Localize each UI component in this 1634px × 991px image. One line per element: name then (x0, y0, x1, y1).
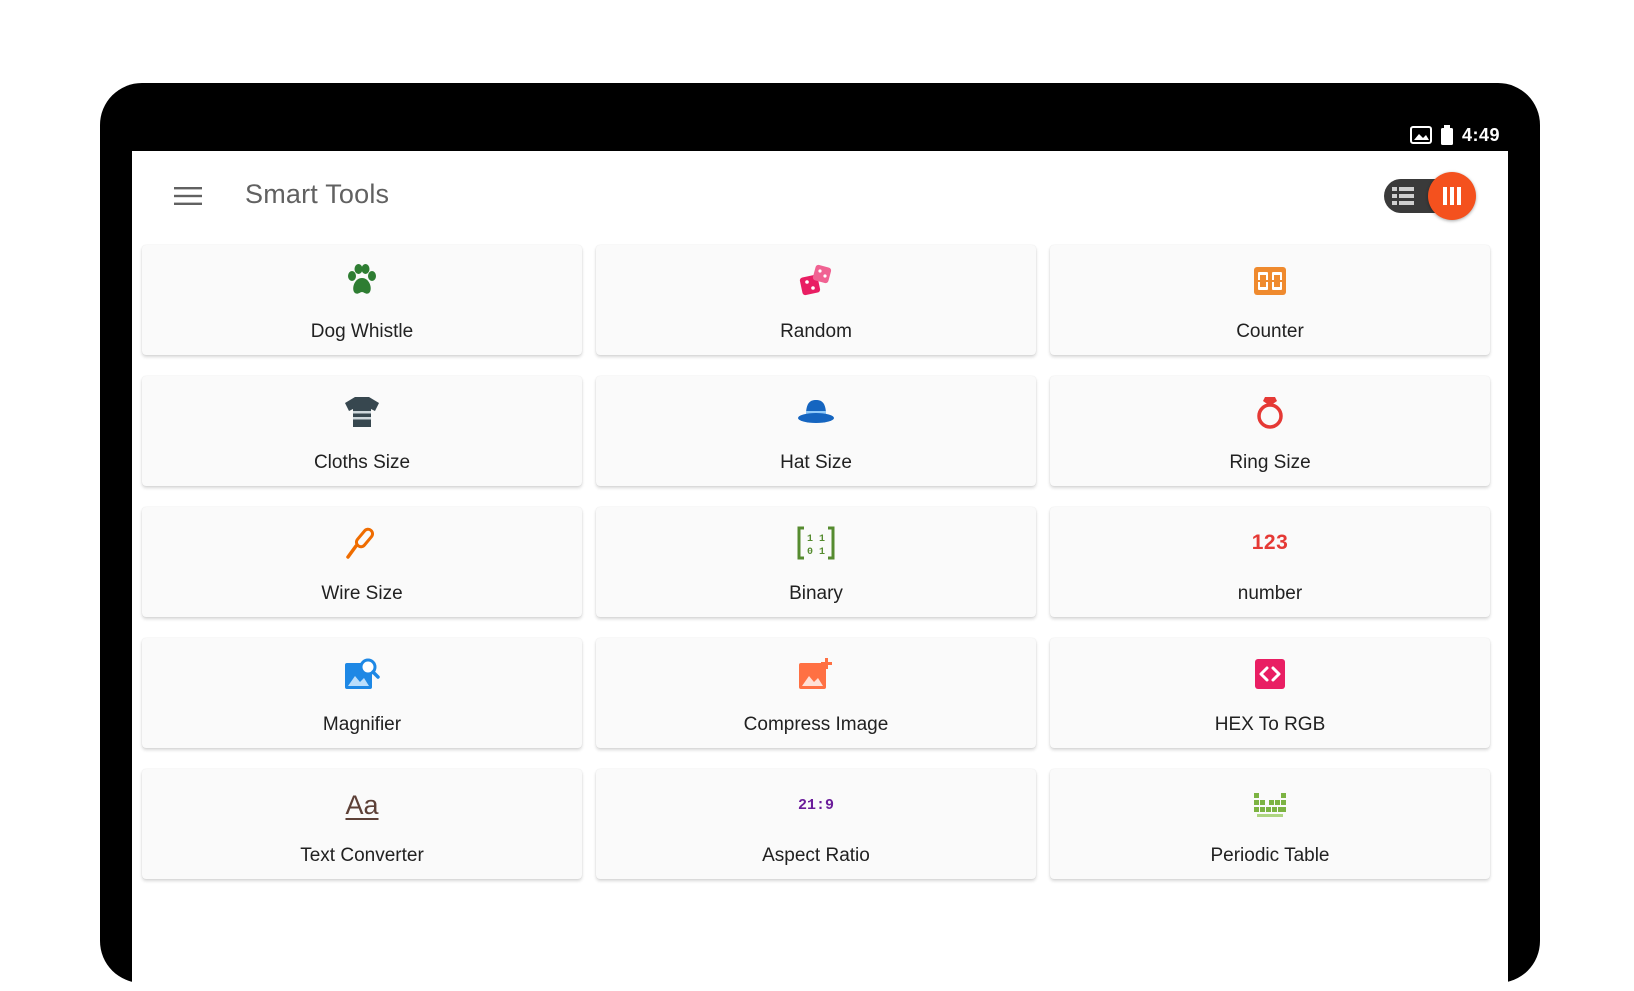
app-screen: Smart Tools Dog Whistle Random Counter C… (132, 151, 1508, 991)
tool-label: Compress Image (743, 714, 889, 735)
tool-label: number (1237, 583, 1303, 604)
tool-label: Magnifier (322, 714, 402, 735)
tool-label: Cloths Size (313, 452, 411, 473)
text-converter-glyph: Aa (345, 789, 379, 820)
tool-tile-text-converter[interactable]: Aa Text Converter (142, 769, 582, 879)
tool-tile-hex-to-rgb[interactable]: HEX To RGB (1050, 638, 1490, 748)
tool-label: Hat Size (780, 452, 852, 473)
tool-label: Random (780, 321, 852, 342)
tool-label: Text Converter (300, 845, 424, 866)
magnifier-icon (342, 654, 382, 694)
battery-icon (1440, 125, 1454, 145)
number-glyph: 123 (1251, 531, 1289, 554)
tool-label: Periodic Table (1210, 845, 1330, 866)
tool-tile-cloths-size[interactable]: Cloths Size (142, 376, 582, 486)
tablet-frame: 4:49 Smart Tools Dog Whistle Random Coun… (100, 83, 1540, 991)
binary-icon: 1 1 0 1 (796, 523, 836, 563)
compress-image-icon (796, 654, 836, 694)
toggle-knob[interactable] (1428, 172, 1476, 220)
tool-tile-magnifier[interactable]: Magnifier (142, 638, 582, 748)
tool-tile-number[interactable]: 123 number (1050, 507, 1490, 617)
hamburger-menu-icon (174, 187, 202, 205)
tool-tile-binary[interactable]: 1 1 0 1 Binary (596, 507, 1036, 617)
periodic-table-icon (1250, 785, 1290, 825)
number-icon: 123 (1250, 523, 1290, 563)
dice-icon (796, 261, 836, 301)
view-mode-toggle[interactable] (1384, 169, 1478, 221)
tool-label: Ring Size (1229, 452, 1311, 473)
tool-tile-ring-size[interactable]: Ring Size (1050, 376, 1490, 486)
menu-button[interactable] (168, 178, 208, 214)
tool-label: HEX To RGB (1214, 714, 1326, 735)
tool-label: Binary (789, 583, 843, 604)
aspect-ratio-icon: 21:9 (796, 785, 836, 825)
tools-grid: Dog Whistle Random Counter Cloths Size H… (142, 245, 1506, 879)
wire-icon (342, 523, 382, 563)
status-bar: 4:49 (1409, 123, 1500, 147)
app-title: Smart Tools (245, 179, 390, 209)
list-view-icon (1392, 187, 1414, 205)
aspect-ratio-glyph: 21:9 (797, 796, 834, 814)
counter-icon (1250, 261, 1290, 301)
tool-label: Counter (1236, 321, 1304, 342)
status-time: 4:49 (1461, 124, 1500, 145)
tool-label: Aspect Ratio (762, 845, 870, 866)
text-converter-icon: Aa (342, 785, 382, 825)
tool-tile-counter[interactable]: Counter (1050, 245, 1490, 355)
hat-icon (796, 392, 836, 432)
tool-label: Wire Size (321, 583, 403, 604)
svg-text:1 1: 1 1 (807, 534, 825, 545)
tool-tile-wire-size[interactable]: Wire Size (142, 507, 582, 617)
app-bar: Smart Tools (132, 151, 1508, 241)
ring-icon (1250, 392, 1290, 432)
tool-tile-compress-image[interactable]: Compress Image (596, 638, 1036, 748)
tool-tile-dog-whistle[interactable]: Dog Whistle (142, 245, 582, 355)
grid-view-icon (1443, 187, 1461, 205)
tool-tile-random[interactable]: Random (596, 245, 1036, 355)
tool-tile-hat-size[interactable]: Hat Size (596, 376, 1036, 486)
paw-icon (342, 261, 382, 301)
tool-tile-aspect-ratio[interactable]: 21:9 Aspect Ratio (596, 769, 1036, 879)
svg-text:0 1: 0 1 (807, 547, 825, 558)
tool-tile-periodic-table[interactable]: Periodic Table (1050, 769, 1490, 879)
screenshot-icon (1409, 126, 1432, 144)
shirt-icon (342, 392, 382, 432)
hex-code-icon (1250, 654, 1290, 694)
tool-label: Dog Whistle (310, 321, 414, 342)
